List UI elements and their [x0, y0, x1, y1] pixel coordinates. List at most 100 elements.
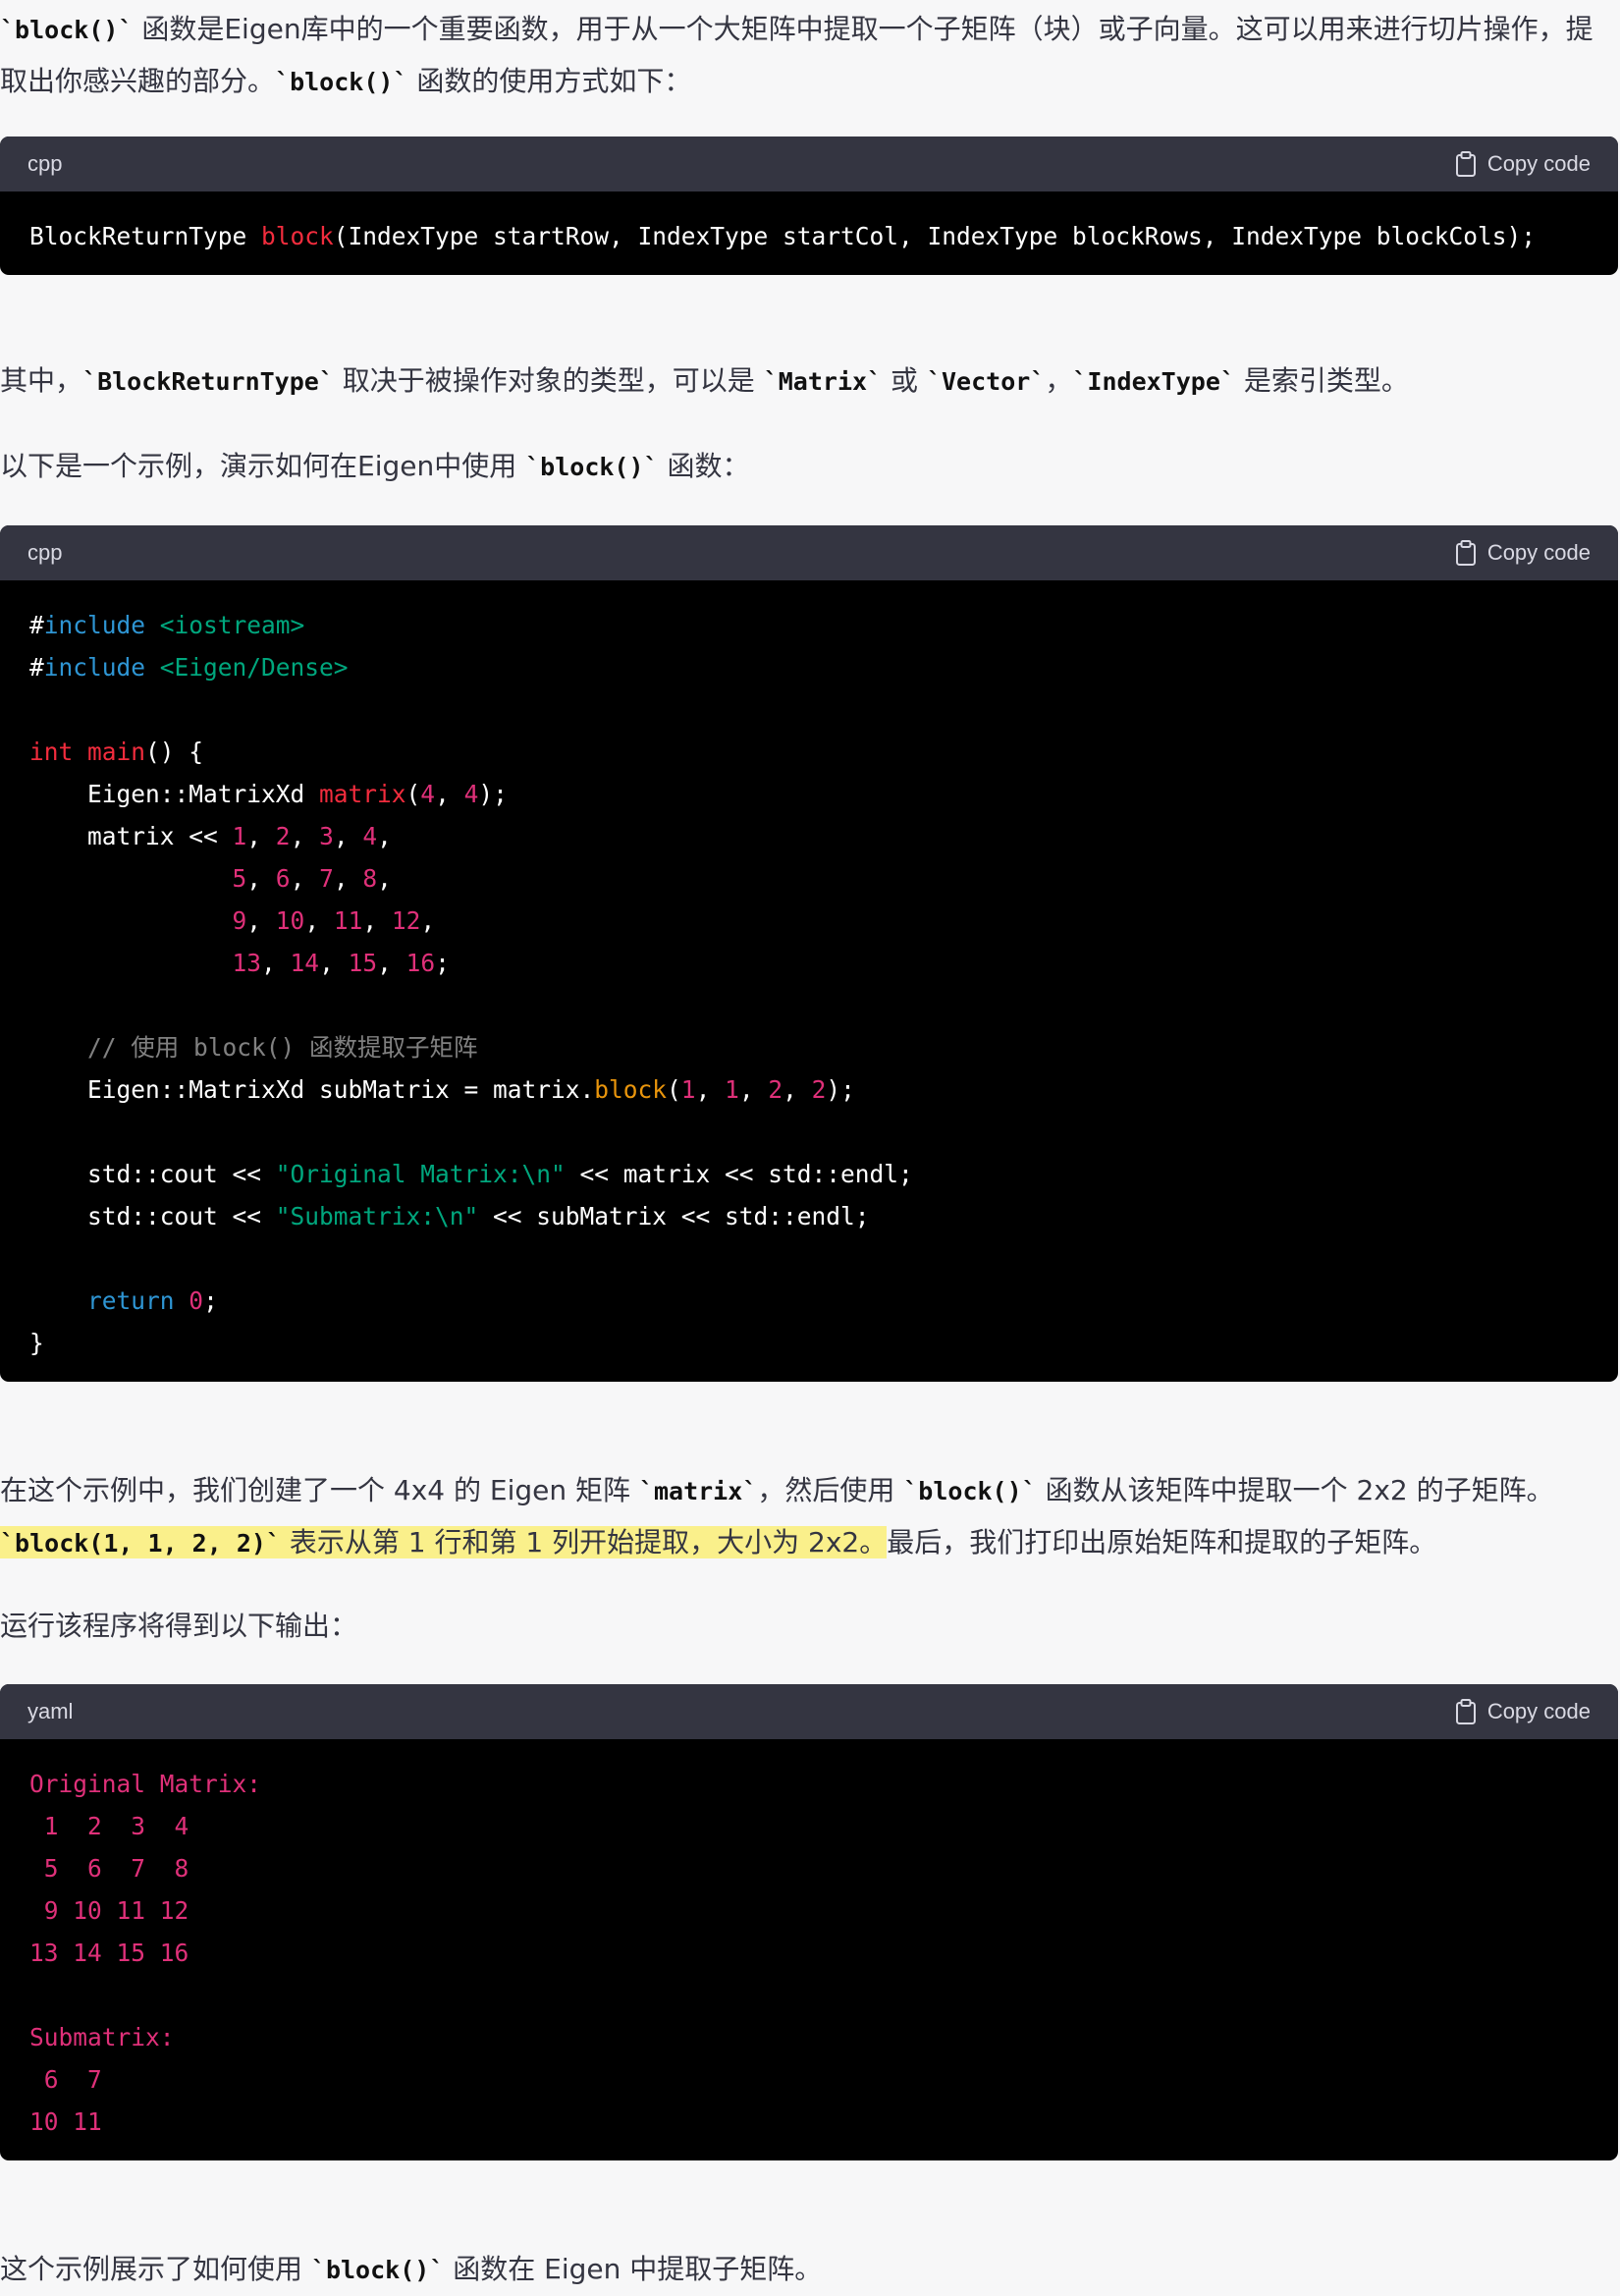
code-token: 2	[768, 1075, 783, 1104]
code-token: 1 2 3 4	[29, 1812, 189, 1840]
code-token: ,	[377, 822, 392, 850]
inline-code: `BlockReturnType`	[82, 367, 334, 396]
code-token: 4	[420, 780, 436, 808]
code-block-example: cpp Copy code #include <iostream> #inclu…	[0, 525, 1618, 1382]
code-token: 13 14 15 16	[29, 1939, 189, 1967]
text-span: 函数的使用方式如下：	[407, 65, 692, 97]
inline-code: `block()`	[525, 453, 659, 481]
code-token: ,	[304, 906, 334, 935]
text-span: 或	[882, 364, 927, 397]
code-token: 1	[232, 822, 247, 850]
clipboard-icon	[1455, 540, 1476, 566]
text-span: 最后，我们打印出原始矩阵和提取的子矩阵。	[887, 1526, 1437, 1558]
inline-code: `block(1, 1, 2, 2)`	[0, 1529, 281, 1558]
code-token: #	[29, 653, 44, 682]
code-token: // 使用 block() 函数提取子矩阵	[87, 1033, 478, 1062]
text-span: 函数从该矩阵中提取一个 2x2 的子矩阵。	[1036, 1474, 1554, 1506]
code-token: ,	[362, 906, 392, 935]
inline-code: `block()`	[0, 16, 134, 44]
text-span: 在这个示例中，我们创建了一个 4x4 的 Eigen 矩阵	[0, 1474, 639, 1506]
code-block-signature: cpp Copy code BlockReturnType block(Inde…	[0, 137, 1618, 275]
text-span: 其中，	[0, 364, 83, 397]
text-span: 是索引类型。	[1234, 364, 1409, 397]
code-token: 8	[362, 864, 378, 893]
code-token: (IndexType startRow, IndexType startCol,…	[333, 222, 1537, 250]
code-token: ,	[290, 864, 320, 893]
code-token: ,	[435, 780, 464, 808]
text-span: 函数在 Eigen 中提取子矩阵。	[444, 2253, 823, 2285]
code-token: 2	[275, 822, 291, 850]
text-span: 函数是Eigen库中的一个重要函数，用于从一个大矩阵中提取一个子矩阵（块）或子向…	[0, 13, 1593, 97]
code-token: 6 7	[29, 2065, 102, 2094]
code-token: include	[43, 653, 146, 682]
code-token: matrix	[319, 780, 406, 808]
code-token: 9	[232, 906, 247, 935]
code-token: 1	[680, 1075, 696, 1104]
code-token: 6	[275, 864, 291, 893]
example-intro-paragraph: 以下是一个示例，演示如何在Eigen中使用 `block()` 函数：	[0, 441, 1610, 493]
text-span: 以下是一个示例，演示如何在Eigen中使用	[0, 450, 526, 482]
output-intro-paragraph: 运行该程序将得到以下输出：	[0, 1601, 1610, 1652]
code-token: 13	[232, 949, 262, 977]
code-token: "Original Matrix:\n"	[275, 1160, 566, 1188]
code-token: ;	[435, 949, 450, 977]
inline-code: `IndexType`	[1072, 367, 1235, 396]
copy-code-label: Copy code	[1486, 1699, 1591, 1723]
code-token: ,	[261, 949, 291, 977]
code-token: 1	[725, 1075, 739, 1104]
code-token: ;	[203, 1286, 218, 1315]
conclusion-paragraph: 这个示例展示了如何使用 `block()` 函数在 Eigen 中提取子矩阵。	[0, 2244, 1610, 2296]
code-token: 4	[362, 822, 378, 850]
inline-code: `block()`	[903, 1477, 1037, 1505]
code-token: 5	[232, 864, 247, 893]
inline-code: `Matrix`	[763, 367, 883, 396]
chat-response: `block()` 函数是Eigen库中的一个重要函数，用于从一个大矩阵中提取一…	[0, 0, 1620, 2292]
code-token: ,	[319, 949, 349, 977]
code-token: 14	[290, 949, 320, 977]
copy-code-button[interactable]: Copy code	[1454, 1698, 1591, 1725]
code-token: ,	[377, 864, 392, 893]
code-token: 15	[348, 949, 378, 977]
text-span: 取决于被操作对象的类型，可以是	[333, 364, 764, 397]
code-token: <Eigen/Dense>	[145, 653, 349, 682]
intro-paragraph: `block()` 函数是Eigen库中的一个重要函数，用于从一个大矩阵中提取一…	[0, 4, 1610, 108]
code-token: Eigen::MatrixXd	[29, 780, 320, 808]
code-token: 2	[811, 1075, 827, 1104]
code-token: 16	[405, 949, 436, 977]
code-token: (	[667, 1075, 681, 1104]
code-token: 0	[189, 1286, 204, 1315]
code-token: std::cout <<	[29, 1160, 276, 1188]
text-span: 表示从第 1 行和第 1 列开始提取，大小为 2x2。	[280, 1526, 888, 1558]
copy-code-button[interactable]: Copy code	[1454, 539, 1591, 567]
code-token: ,	[246, 864, 276, 893]
highlighted-text: `block(1, 1, 2, 2)` 表示从第 1 行和第 1 列开始提取，大…	[0, 1526, 888, 1558]
code-token: 10	[275, 906, 305, 935]
text-span: 这个示例展示了如何使用	[0, 2253, 311, 2285]
code-token: 11	[333, 906, 363, 935]
code-token: ,	[738, 1075, 769, 1104]
code-token: );	[826, 1075, 855, 1104]
code-token: 3	[319, 822, 334, 850]
code-token: 7	[319, 864, 334, 893]
code-content: #include <iostream> #include <Eigen/Dens…	[0, 580, 1618, 1382]
inline-code: `Vector`	[926, 367, 1046, 396]
code-block-header: cpp Copy code	[0, 137, 1618, 191]
code-token: 10 11	[29, 2107, 102, 2136]
code-token: ,	[246, 822, 276, 850]
code-content: Original Matrix: 1 2 3 4 5 6 7 8 9 10 11…	[0, 1739, 1618, 2160]
code-token: block	[261, 222, 334, 250]
clipboard-icon	[1455, 1699, 1476, 1724]
code-token: ,	[783, 1075, 812, 1104]
code-token: << subMatrix << std::endl;	[478, 1202, 870, 1230]
text-span: 运行该程序将得到以下输出：	[0, 1610, 358, 1642]
copy-code-button[interactable]: Copy code	[1454, 150, 1591, 178]
code-block-header: cpp Copy code	[0, 525, 1618, 580]
code-token: 12	[391, 906, 421, 935]
code-token: Original Matrix:	[29, 1770, 262, 1798]
code-token: int	[29, 738, 74, 766]
code-token: ,	[333, 822, 363, 850]
code-token: Eigen::MatrixXd subMatrix = matrix.	[29, 1075, 595, 1104]
